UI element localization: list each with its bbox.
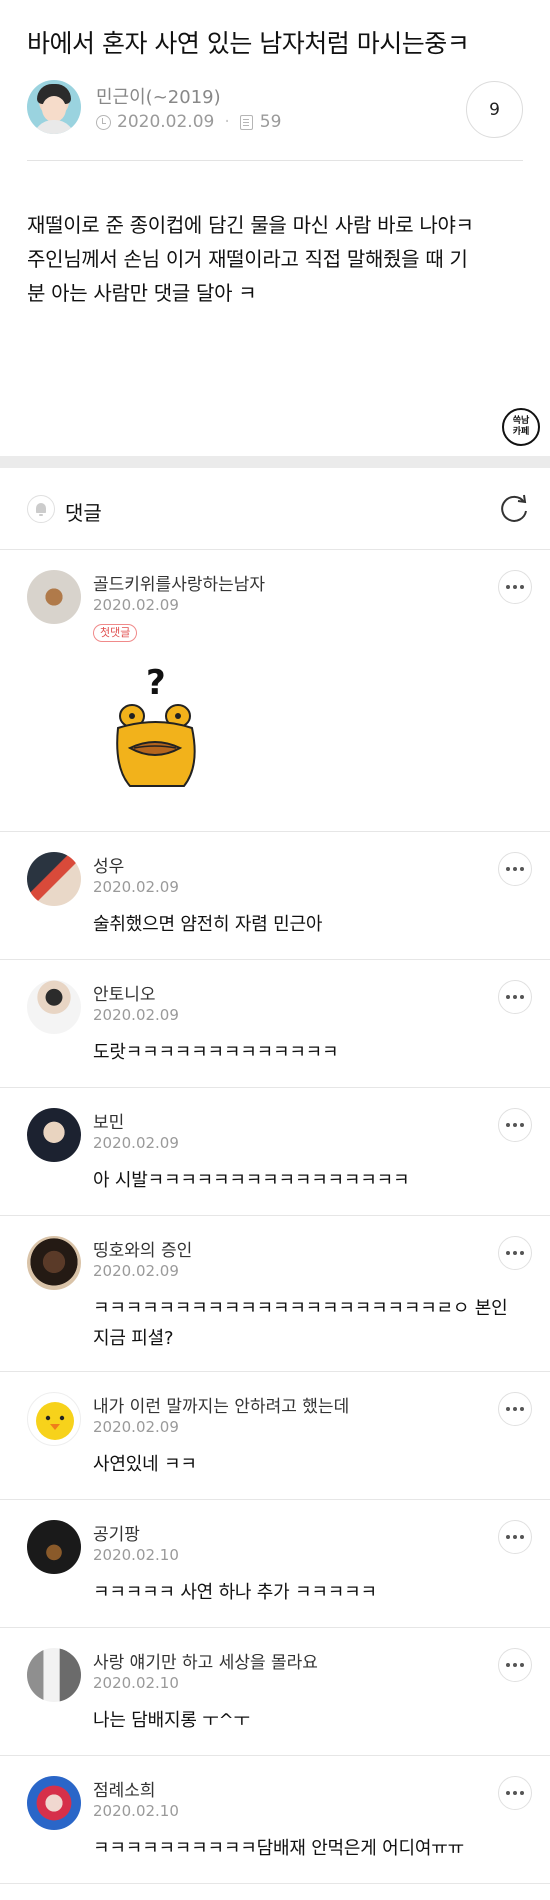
comment-text: ㅋㅋㅋㅋㅋㅋㅋㅋㅋㅋㅋㅋㅋㅋㅋㅋㅋㅋㅋㅋㅋㄹㅇ 본인 지금 피셜?: [93, 1298, 508, 1349]
commenter-avatar[interactable]: [27, 852, 81, 906]
commenter-avatar[interactable]: [27, 1648, 81, 1702]
commenter-name[interactable]: 공기팡: [93, 1520, 140, 1545]
author-name[interactable]: 민근이(~2019): [96, 83, 221, 109]
commenter-name[interactable]: 안토니오: [93, 980, 156, 1005]
comment-date: 2020.02.10: [93, 1546, 179, 1564]
comment-text: 사연있네 ㅋㅋ: [93, 1454, 197, 1475]
comment-date: 2020.02.09: [93, 878, 179, 896]
commenter-name[interactable]: 골드키위를사랑하는남자: [93, 570, 265, 595]
more-options-button[interactable]: [498, 852, 532, 886]
author-avatar[interactable]: [27, 80, 81, 134]
comment-item: 띵호와의 증인 2020.02.09 ㅋㅋㅋㅋㅋㅋㅋㅋㅋㅋㅋㅋㅋㅋㅋㅋㅋㅋㅋㅋㅋ…: [0, 1216, 550, 1372]
more-options-button[interactable]: [498, 570, 532, 604]
comment-date: 2020.02.09: [93, 1418, 179, 1436]
comment-date: 2020.02.09: [93, 1006, 179, 1024]
commenter-name[interactable]: 띵호와의 증인: [93, 1236, 192, 1261]
more-options-button[interactable]: [498, 1776, 532, 1810]
comment-item: 내가 이런 말까지는 안하려고 했는데 2020.02.09 사연있네 ㅋㅋ: [0, 1372, 550, 1500]
comment-item: 보민 2020.02.09 아 시발ㅋㅋㅋㅋㅋㅋㅋㅋㅋㅋㅋㅋㅋㅋㅋㅋ: [0, 1088, 550, 1216]
comment-date: 2020.02.09: [93, 596, 179, 614]
comment-count-button[interactable]: 9: [466, 81, 523, 138]
more-options-button[interactable]: [498, 1648, 532, 1682]
comment-text: ㅋㅋㅋㅋㅋ 사연 하나 추가 ㅋㅋㅋㅋㅋ: [93, 1582, 377, 1603]
post-body-line: 재떨이로 준 종이컵에 담긴 물을 마신 사람 바로 나야ㅋ: [27, 213, 474, 237]
views-icon: [239, 114, 253, 130]
section-divider: [0, 456, 550, 468]
comment-date: 2020.02.09: [93, 1134, 179, 1152]
commenter-name[interactable]: 사랑 얘기만 하고 세상을 몰라요: [93, 1648, 318, 1673]
more-options-button[interactable]: [498, 1520, 532, 1554]
confused-frog-sticker: ?: [116, 663, 196, 787]
comment-item: 사랑 얘기만 하고 세상을 몰라요 2020.02.10 나는 담배지롱 ㅜ^ㅜ: [0, 1628, 550, 1756]
post-title: 바에서 혼자 사연 있는 남자처럼 마시는중ㅋ: [27, 29, 470, 58]
post-meta: 2020.02.09 · 59: [96, 112, 281, 132]
comment-text: 도랏ㅋㅋㅋㅋㅋㅋㅋㅋㅋㅋㅋㅋㅋ: [93, 1042, 339, 1063]
refresh-icon[interactable]: [497, 492, 531, 526]
bell-icon[interactable]: [27, 495, 55, 523]
clock-icon: [96, 114, 111, 130]
meta-separator: ·: [224, 112, 230, 132]
divider: [27, 160, 523, 161]
more-options-button[interactable]: [498, 1108, 532, 1142]
comment-item: 안토니오 2020.02.09 도랏ㅋㅋㅋㅋㅋㅋㅋㅋㅋㅋㅋㅋㅋ: [0, 960, 550, 1088]
commenter-avatar[interactable]: [27, 980, 81, 1034]
comment-text: 술취했으면 얌전히 자렴 민근아: [93, 914, 323, 935]
commenter-avatar[interactable]: [27, 1392, 81, 1446]
comment-date: 2020.02.09: [93, 1262, 179, 1280]
commenter-avatar[interactable]: [27, 1520, 81, 1574]
commenter-avatar[interactable]: [27, 1776, 81, 1830]
commenter-name[interactable]: 보민: [93, 1108, 124, 1133]
first-comment-badge: 첫댓글: [93, 624, 138, 642]
post-body-line: 분 아는 사람만 댓글 달아 ㅋ: [27, 281, 257, 305]
commenter-avatar[interactable]: [27, 570, 81, 624]
comments-header: 댓글: [0, 468, 550, 550]
commenter-name[interactable]: 내가 이런 말까지는 안하려고 했는데: [93, 1392, 349, 1417]
more-options-button[interactable]: [498, 1236, 532, 1270]
post-date: 2020.02.09: [117, 112, 215, 132]
comment-text: 나는 담배지롱 ㅜ^ㅜ: [93, 1710, 250, 1731]
comments-title: 댓글: [65, 501, 102, 525]
cafe-logo[interactable]: 쓱남 카페: [502, 408, 540, 446]
comment-text: 아 시발ㅋㅋㅋㅋㅋㅋㅋㅋㅋㅋㅋㅋㅋㅋㅋㅋ: [93, 1170, 410, 1191]
comment-item: 공기팡 2020.02.10 ㅋㅋㅋㅋㅋ 사연 하나 추가 ㅋㅋㅋㅋㅋ: [0, 1500, 550, 1628]
commenter-avatar[interactable]: [27, 1108, 81, 1162]
comment-date: 2020.02.10: [93, 1802, 179, 1820]
more-options-button[interactable]: [498, 1392, 532, 1426]
commenter-name[interactable]: 점례소희: [93, 1776, 156, 1801]
comment-item: 점례소희 2020.02.10 ㅋㅋㅋㅋㅋㅋㅋㅋㅋㅋ담배재 안먹은게 어디여ㅠㅠ: [0, 1756, 550, 1884]
svg-text:?: ?: [146, 663, 166, 703]
comment-date: 2020.02.10: [93, 1674, 179, 1692]
commenter-avatar[interactable]: [27, 1236, 81, 1290]
chick-icon: [36, 1402, 74, 1440]
comment-item: 골드키위를사랑하는남자 2020.02.09 첫댓글 ?: [0, 550, 550, 832]
comment-text: ㅋㅋㅋㅋㅋㅋㅋㅋㅋㅋ담배재 안먹은게 어디여ㅠㅠ: [93, 1838, 464, 1859]
post-body: 재떨이로 준 종이컵에 담긴 물을 마신 사람 바로 나야ㅋ 주인님께서 손님 …: [27, 208, 532, 310]
more-options-button[interactable]: [498, 980, 532, 1014]
post-views: 59: [259, 112, 282, 132]
comment-item: 성우 2020.02.09 술취했으면 얌전히 자렴 민근아: [0, 832, 550, 960]
commenter-name[interactable]: 성우: [93, 852, 124, 877]
post-body-line: 주인님께서 손님 이거 재떨이라고 직접 말해줬을 때 기: [27, 247, 468, 271]
